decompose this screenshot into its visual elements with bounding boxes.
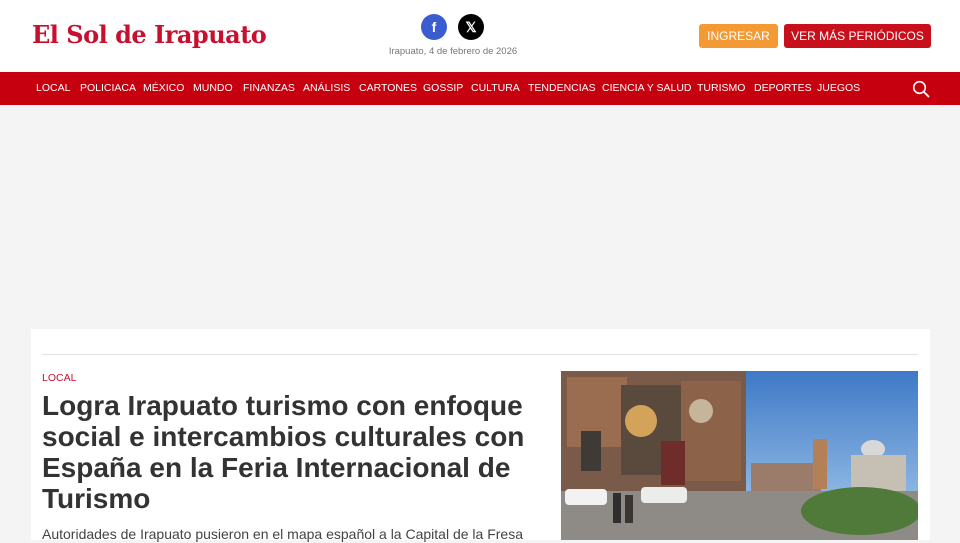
article-section-label[interactable]: LOCAL (42, 372, 76, 384)
nav-item-ciencia-y-salud[interactable]: CIENCIA Y SALUD (602, 82, 691, 94)
nav-item-mexico[interactable]: MÉXICO (143, 82, 184, 94)
nav-item-tendencias[interactable]: TENDENCIAS (528, 82, 596, 94)
nav-item-analisis[interactable]: ANÁLISIS (303, 82, 350, 94)
article-summary: Autoridades de Irapuato pusieron en el m… (42, 526, 523, 542)
nav-item-mundo[interactable]: MUNDO (193, 82, 233, 94)
search-icon[interactable] (912, 80, 930, 98)
x-icon[interactable]: 𝕏 (458, 14, 484, 40)
article-headline[interactable]: Logra Irapuato turismo con enfoque socia… (42, 390, 542, 514)
nav-item-deportes[interactable]: DEPORTES (754, 82, 812, 94)
nav-item-cartones[interactable]: CARTONES (359, 82, 417, 94)
current-date: Irapuato, 4 de febrero de 2026 (388, 46, 518, 57)
site-header: El Sol de Irapuato f 𝕏 Irapuato, 4 de fe… (0, 0, 960, 72)
nav-item-local[interactable]: LOCAL (36, 82, 70, 94)
nav-item-cultura[interactable]: CULTURA (471, 82, 520, 94)
nav-item-turismo[interactable]: TURISMO (697, 82, 745, 94)
featured-article: LOCAL Logra Irapuato turismo con enfoque… (31, 329, 930, 542)
more-newspapers-button[interactable]: VER MÁS PERIÓDICOS (784, 24, 931, 48)
site-logo[interactable]: El Sol de Irapuato (32, 20, 267, 49)
nav-item-finanzas[interactable]: FINANZAS (243, 82, 295, 94)
login-button[interactable]: INGRESAR (699, 24, 778, 48)
main-nav: LOCAL POLICIACA MÉXICO MUNDO FINANZAS AN… (0, 72, 960, 105)
ad-space (0, 105, 960, 329)
facebook-icon[interactable]: f (421, 14, 447, 40)
nav-item-juegos[interactable]: JUEGOS (817, 82, 860, 94)
nav-item-gossip[interactable]: GOSSIP (423, 82, 463, 94)
divider (42, 354, 918, 355)
article-photo[interactable] (561, 371, 918, 540)
nav-item-policiaca[interactable]: POLICIACA (80, 82, 136, 94)
